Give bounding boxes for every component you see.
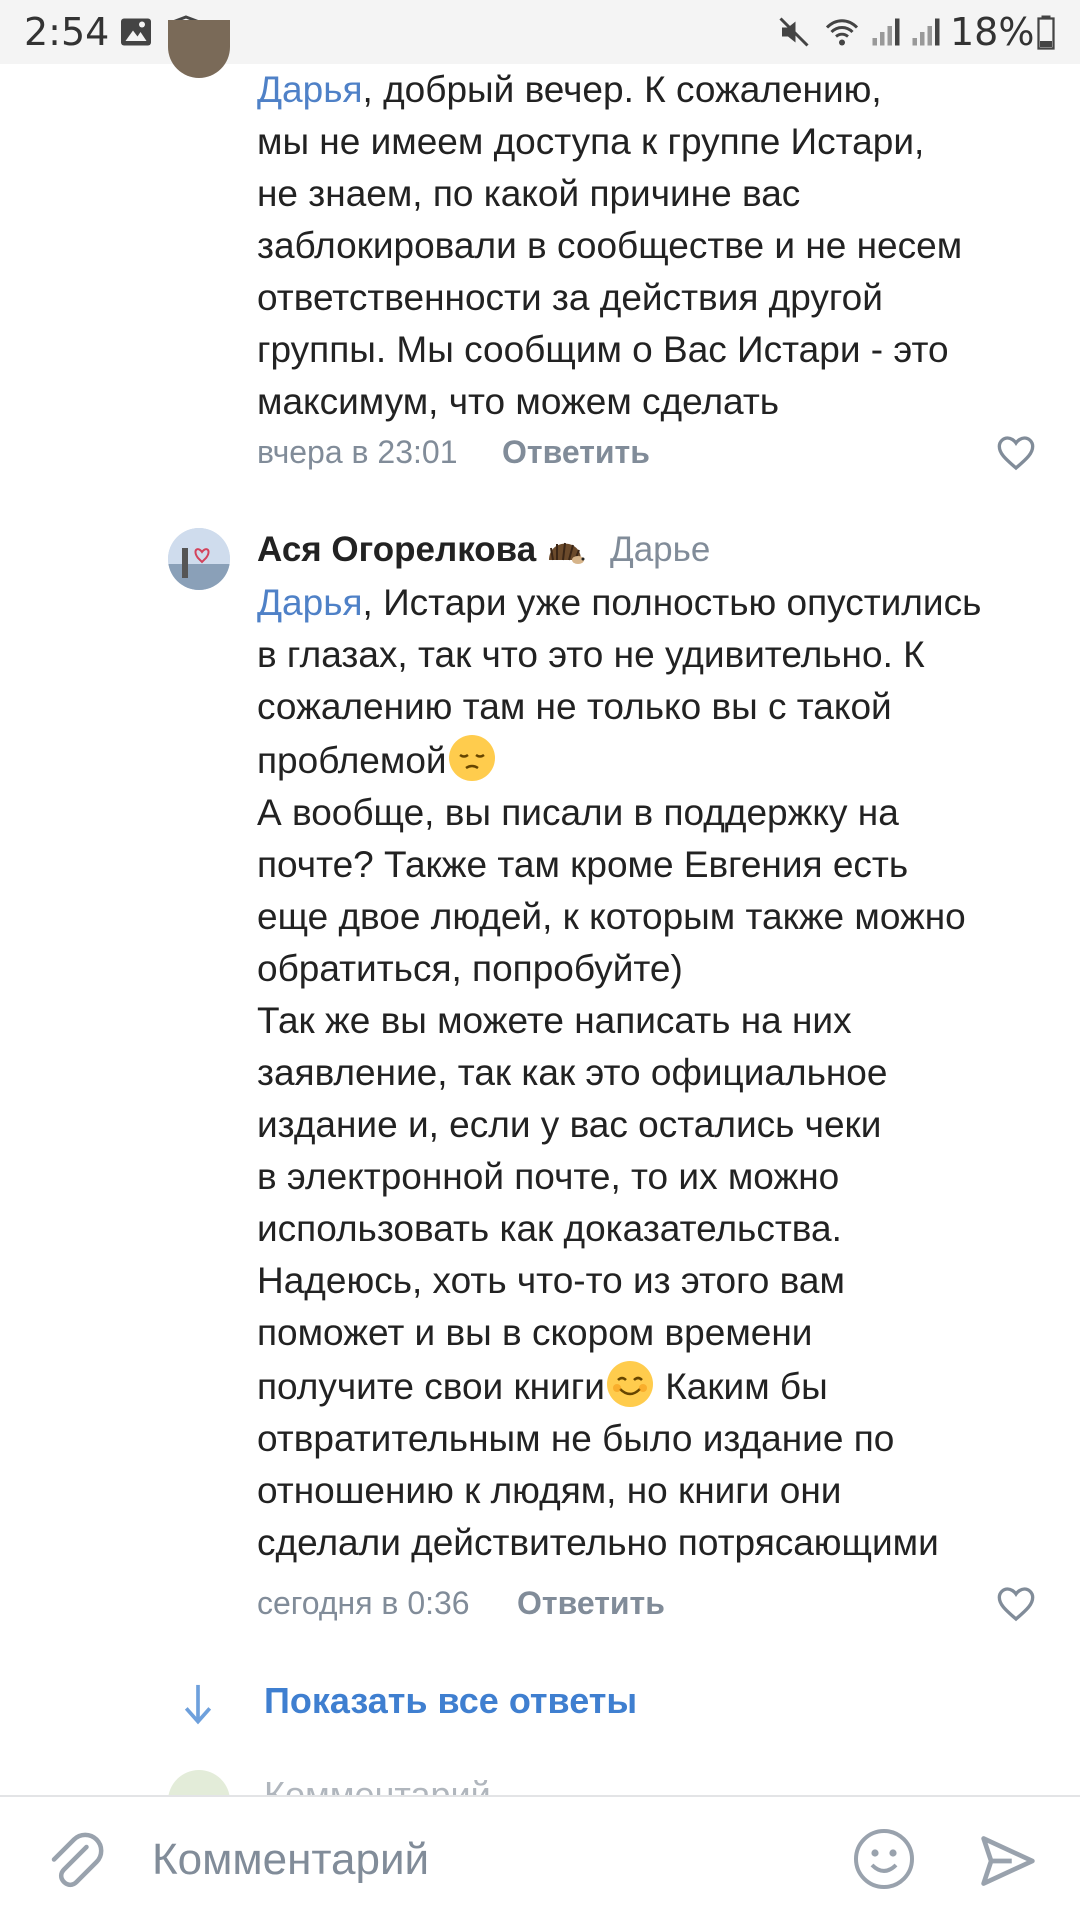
signal-icon	[872, 18, 900, 46]
hedgehog-emoji-icon	[549, 542, 585, 564]
reply-button[interactable]: Ответить	[517, 1585, 665, 1622]
mention-link[interactable]: Дарья	[257, 69, 363, 110]
battery-icon	[1037, 15, 1055, 50]
heart-icon[interactable]	[995, 433, 1037, 473]
comment-input[interactable]	[150, 1827, 804, 1893]
paperclip-icon[interactable]	[44, 1829, 104, 1895]
smiling-face-icon	[606, 1361, 653, 1407]
comment-time: сегодня в 0:36	[257, 1585, 470, 1621]
battery-percent: 18%	[950, 10, 1035, 54]
avatar[interactable]	[168, 528, 230, 590]
author-name[interactable]: Ася Огорелкова	[257, 530, 536, 570]
reply-button[interactable]: Ответить	[502, 434, 650, 471]
heart-icon[interactable]	[995, 1584, 1037, 1624]
comment-text: Дарья, добрый вечер. К сожалению, мы не …	[257, 69, 963, 422]
show-all-replies-link[interactable]: Показать все ответы	[264, 1680, 637, 1722]
smile-icon[interactable]	[852, 1827, 916, 1891]
comment-time: вчера в 23:01	[257, 434, 458, 470]
comment-composer	[0, 1795, 1080, 1922]
wifi-icon	[825, 19, 859, 46]
arrow-down-icon[interactable]	[180, 1682, 216, 1726]
signal-icon	[912, 18, 940, 46]
status-bar: 2:54 18%	[0, 0, 1080, 64]
reply-to-name[interactable]: Дарье	[610, 530, 710, 570]
send-icon[interactable]	[978, 1831, 1038, 1891]
status-time: 2:54	[24, 10, 110, 54]
image-icon	[121, 18, 151, 46]
mention-link[interactable]: Дарья	[257, 582, 363, 623]
pensive-face-icon	[448, 735, 495, 781]
comment-text: Дарья, Истари уже полностью опустились в…	[257, 582, 982, 1563]
mute-icon	[779, 17, 809, 47]
avatar[interactable]	[168, 20, 230, 78]
